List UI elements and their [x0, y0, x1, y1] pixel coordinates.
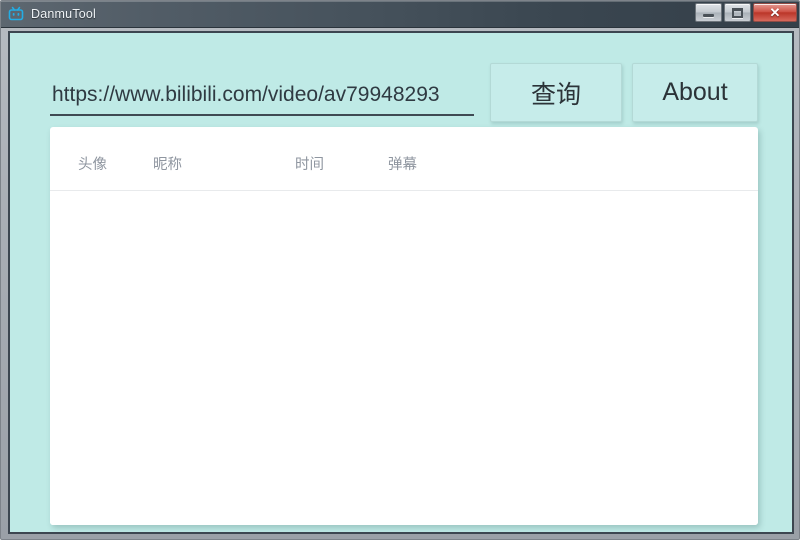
close-button[interactable]: ✕ — [753, 3, 797, 22]
title-bar[interactable]: DanmuTool ✕ — [1, 1, 799, 28]
minimize-button[interactable] — [695, 3, 722, 22]
minimize-icon — [703, 14, 714, 17]
video-url-input[interactable] — [50, 80, 474, 116]
close-icon: ✕ — [769, 5, 781, 20]
about-button[interactable]: About — [632, 63, 758, 122]
bilibili-tv-icon — [8, 6, 24, 21]
client-area: 查询 About 头像 昵称 时间 弹幕 — [8, 31, 794, 534]
query-button[interactable]: 查询 — [490, 63, 622, 122]
table-body[interactable] — [50, 191, 758, 525]
maximize-button[interactable] — [724, 3, 751, 22]
maximize-icon — [732, 7, 743, 18]
column-header-nickname: 昵称 — [153, 157, 182, 173]
column-header-avatar: 头像 — [78, 157, 107, 173]
window-controls: ✕ — [695, 3, 797, 22]
column-header-time: 时间 — [295, 157, 324, 173]
danmu-table-panel: 头像 昵称 时间 弹幕 — [50, 127, 758, 525]
app-window: DanmuTool ✕ 查询 About 头像 昵称 时间 — [0, 0, 800, 540]
query-button-label: 查询 — [530, 80, 581, 109]
window-title: DanmuTool — [31, 7, 97, 21]
table-header-row: 头像 昵称 时间 弹幕 — [50, 127, 758, 191]
about-button-label: About — [662, 78, 728, 106]
column-header-danmu: 弹幕 — [388, 157, 417, 173]
